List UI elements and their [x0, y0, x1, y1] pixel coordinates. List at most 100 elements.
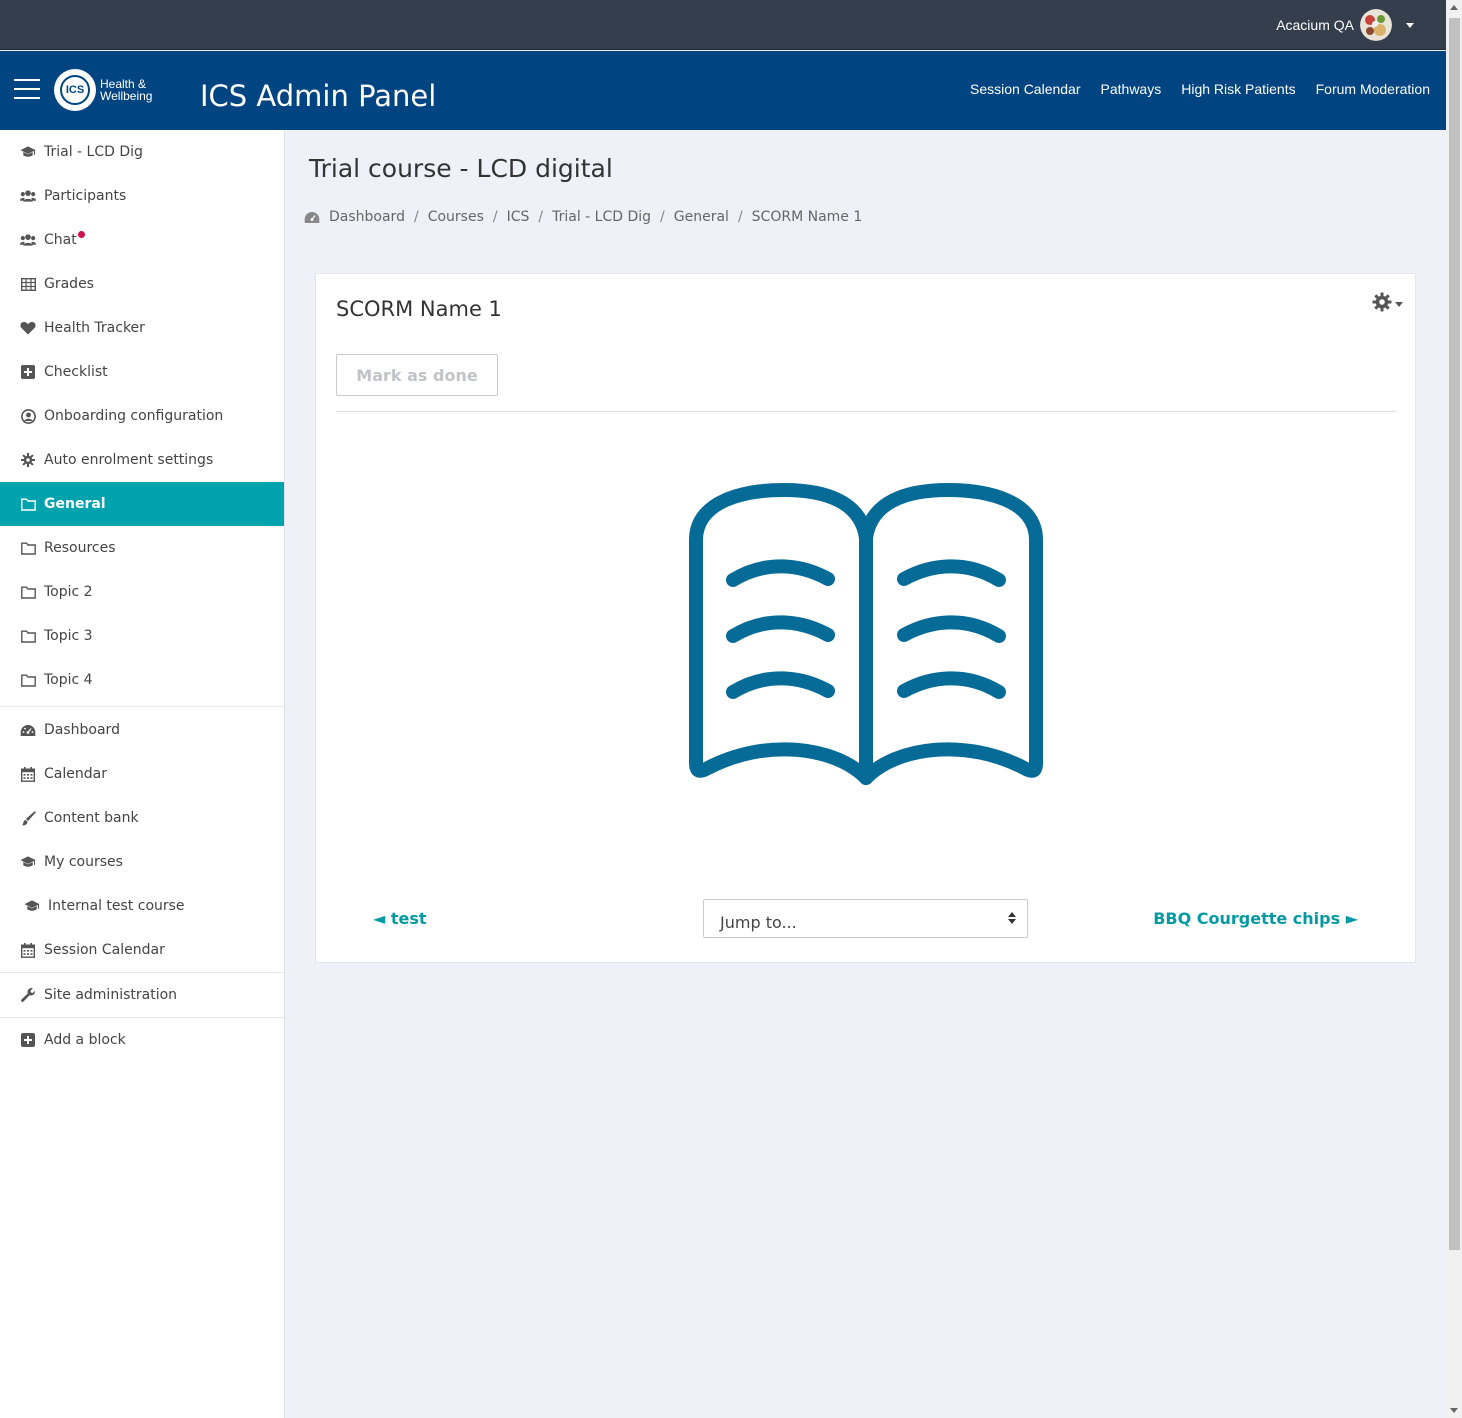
folder-icon — [20, 584, 36, 600]
sidebar-item-label: Dashboard — [44, 722, 120, 738]
folder-icon — [20, 628, 36, 644]
brush-icon — [20, 810, 36, 826]
sidebar-item-label: Onboarding configuration — [44, 408, 224, 424]
site-header: ICS Health & Wellbeing ICS Admin Panel S… — [0, 51, 1446, 130]
sidebar-item-label: Topic 4 — [44, 672, 93, 688]
users-icon — [20, 232, 36, 248]
nav-session-calendar[interactable]: Session Calendar — [970, 81, 1081, 97]
admin-nav: Site administration — [0, 973, 284, 1018]
sidebar-item-label: Trial - LCD Dig — [44, 144, 143, 160]
user-name: Acacium QA — [1276, 17, 1354, 33]
jump-to-placeholder: Jump to... — [720, 913, 797, 932]
chevron-down-icon[interactable] — [1406, 22, 1414, 28]
page-title: Trial course - LCD digital — [309, 154, 613, 183]
user-avatar-icon[interactable] — [1360, 9, 1392, 41]
breadcrumb-separator: / — [737, 209, 743, 225]
jump-to-select[interactable]: Jump to... — [703, 899, 1028, 938]
sidebar-item-resources[interactable]: Resources — [0, 526, 284, 570]
sidebar-item-topic-4[interactable]: Topic 4 — [0, 658, 284, 702]
graduation-cap-icon — [20, 854, 36, 870]
site-nav: Dashboard Calendar Content bank My cours… — [0, 707, 284, 973]
sidebar-item-add-a-block[interactable]: Add a block — [0, 1018, 284, 1062]
breadcrumb-separator: / — [538, 209, 544, 225]
sidebar-item-dashboard[interactable]: Dashboard — [0, 708, 284, 752]
sidebar-item-label: General — [44, 496, 106, 512]
scroll-up-arrow-icon[interactable] — [1450, 5, 1458, 10]
select-arrows-icon — [1008, 912, 1016, 924]
sidebar-item-label: Health Tracker — [44, 320, 145, 336]
sidebar-item-health-tracker[interactable]: Health Tracker — [0, 306, 284, 350]
sidebar-item-internal-test-course[interactable]: Internal test course — [0, 884, 284, 928]
nav-high-risk-patients[interactable]: High Risk Patients — [1181, 81, 1295, 97]
breadcrumb-general[interactable]: General — [674, 209, 729, 225]
folder-icon — [20, 540, 36, 556]
nav-forum-moderation[interactable]: Forum Moderation — [1316, 81, 1430, 97]
breadcrumb-dashboard[interactable]: Dashboard — [329, 209, 405, 225]
sidebar-item-topic-3[interactable]: Topic 3 — [0, 614, 284, 658]
gear-icon — [1372, 292, 1392, 316]
calendar-icon — [20, 766, 36, 782]
previous-activity-link[interactable]: ◄ test — [373, 909, 427, 928]
sidebar-item-content-bank[interactable]: Content bank — [0, 796, 284, 840]
breadcrumb-trial-lcd-dig[interactable]: Trial - LCD Dig — [552, 209, 651, 225]
breadcrumb-scorm-name-1[interactable]: SCORM Name 1 — [752, 209, 863, 225]
sidebar-item-label: Auto enrolment settings — [44, 452, 214, 468]
next-activity-link[interactable]: BBQ Courgette chips ► — [1153, 909, 1358, 928]
app-title: ICS Admin Panel — [200, 79, 437, 113]
logo-text: Health & Wellbeing — [100, 78, 152, 102]
sidebar-item-topic-2[interactable]: Topic 2 — [0, 570, 284, 614]
plus-square-icon — [20, 364, 36, 380]
sidebar-item-session-calendar[interactable]: Session Calendar — [0, 928, 284, 972]
sidebar: Trial - LCD Dig Participants Chat Grades — [0, 130, 285, 1418]
breadcrumb-separator: / — [660, 209, 665, 225]
table-icon — [20, 276, 36, 292]
breadcrumb-ics[interactable]: ICS — [507, 209, 530, 225]
mark-as-done-button[interactable]: Mark as done — [336, 354, 498, 396]
graduation-cap-icon — [24, 898, 40, 914]
sidebar-item-general[interactable]: General — [0, 482, 284, 526]
sidebar-item-site-administration[interactable]: Site administration — [0, 973, 284, 1017]
scroll-down-arrow-icon[interactable] — [1450, 1408, 1458, 1413]
user-menu[interactable]: Acacium QA — [1276, 8, 1414, 42]
sidebar-item-label: Internal test course — [48, 898, 185, 914]
graduation-cap-icon — [20, 144, 36, 160]
logo-mark: ICS — [54, 69, 96, 111]
top-nav: Session Calendar Pathways High Risk Pati… — [970, 81, 1430, 97]
nav-pathways[interactable]: Pathways — [1101, 81, 1162, 97]
divider — [336, 411, 1397, 412]
menu-toggle-icon[interactable] — [14, 79, 40, 101]
breadcrumb-courses[interactable]: Courses — [428, 209, 484, 225]
sidebar-item-auto-enrolment-settings[interactable]: Auto enrolment settings — [0, 438, 284, 482]
users-icon — [20, 188, 36, 204]
sidebar-item-label: Session Calendar — [44, 942, 165, 958]
sidebar-item-my-courses[interactable]: My courses — [0, 840, 284, 884]
cog-icon — [20, 452, 36, 468]
sidebar-item-label: Content bank — [44, 810, 139, 826]
sidebar-item-label: Resources — [44, 540, 116, 556]
sidebar-item-label: Chat — [44, 232, 77, 248]
activity-settings-menu[interactable] — [1372, 292, 1403, 316]
activity-card: SCORM Name 1 Mark as done ◄ test Jump to… — [315, 273, 1416, 963]
notification-dot — [78, 231, 85, 238]
scrollbar-thumb[interactable] — [1449, 18, 1460, 1250]
dashboard-icon — [304, 209, 320, 225]
folder-icon — [20, 496, 36, 512]
sidebar-item-onboarding-configuration[interactable]: Onboarding configuration — [0, 394, 284, 438]
wrench-icon — [20, 987, 36, 1003]
sidebar-item-grades[interactable]: Grades — [0, 262, 284, 306]
sidebar-item-label: Participants — [44, 188, 127, 204]
activity-title: SCORM Name 1 — [336, 297, 502, 321]
sidebar-item-calendar[interactable]: Calendar — [0, 752, 284, 796]
folder-icon — [20, 672, 36, 688]
page-scrollbar[interactable] — [1446, 0, 1462, 1418]
site-logo[interactable]: ICS Health & Wellbeing — [54, 69, 152, 111]
sidebar-item-participants[interactable]: Participants — [0, 174, 284, 218]
sidebar-item-chat[interactable]: Chat — [0, 218, 284, 262]
plus-square-icon — [20, 1032, 36, 1048]
sidebar-item-trial-lcd-dig[interactable]: Trial - LCD Dig — [0, 130, 284, 174]
sidebar-item-label: Topic 2 — [44, 584, 93, 600]
calendar-icon — [20, 942, 36, 958]
breadcrumb-separator: / — [413, 209, 419, 225]
sidebar-item-checklist[interactable]: Checklist — [0, 350, 284, 394]
dashboard-icon — [20, 722, 36, 738]
